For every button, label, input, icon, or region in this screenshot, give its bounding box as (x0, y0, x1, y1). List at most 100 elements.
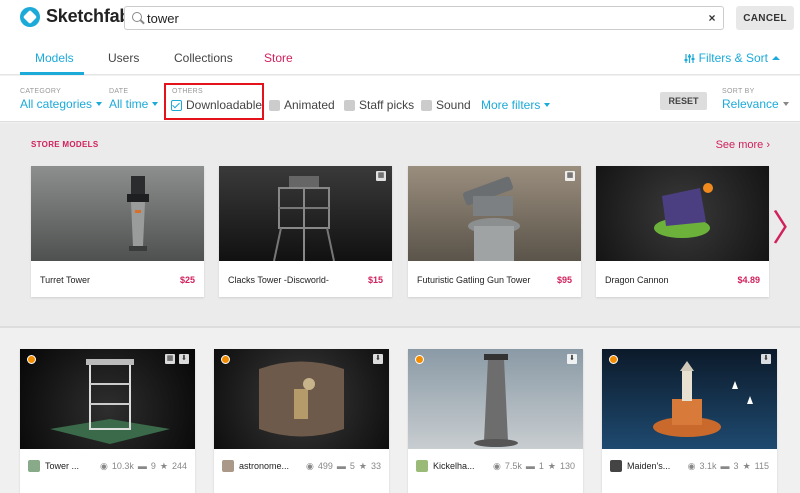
staff-pick-icon (609, 355, 618, 364)
model-thumbnail[interactable]: ⬇ (602, 349, 777, 449)
comments-icon: ▬ (137, 460, 147, 471)
clear-search-icon[interactable]: × (701, 11, 723, 25)
store-item-name: Futuristic Gatling Gun Tower (417, 275, 531, 285)
star-icon: ★ (159, 460, 168, 471)
comments-icon: ▬ (720, 460, 730, 471)
avatar[interactable] (610, 460, 622, 472)
tab-collections[interactable]: Collections (174, 51, 233, 65)
brand-name: Sketchfab (46, 6, 131, 26)
chevron-up-icon (772, 56, 780, 60)
star-icon: ★ (742, 460, 751, 471)
view-count: 10.3k (111, 460, 134, 471)
filters-sort-label: Filters & Sort (698, 51, 768, 65)
model-stats: ◉ 10.3k ▬ 9 ★ 244 (100, 461, 195, 472)
model-card[interactable]: ▦ ⬇ Tower ... ◉ 10.3k ▬ 9 ★ 244 (20, 349, 195, 493)
reset-button[interactable]: RESET (660, 92, 707, 110)
view-count: 499 (317, 460, 333, 471)
store-thumbnail[interactable] (596, 166, 769, 261)
staff-picks-checkbox[interactable]: Staff picks (344, 98, 414, 112)
comments-icon: ▬ (336, 460, 346, 471)
download-icon[interactable]: ⬇ (373, 354, 383, 364)
date-filter[interactable]: DATE All time (109, 88, 159, 111)
caret-down-icon (152, 102, 159, 106)
like-count: 115 (754, 460, 769, 471)
store-section: STORE MODELS See more › Turret Tower $25… (0, 123, 800, 326)
model-card[interactable]: ⬇ Kickelha... ◉ 7.5k ▬ 1 ★ 130 (408, 349, 583, 493)
clacks-tower-image (273, 176, 335, 261)
kickelhahn-tower-image (474, 354, 518, 447)
avatar[interactable] (28, 460, 40, 472)
animated-icon: ▦ (376, 171, 386, 181)
caret-down-icon (96, 102, 103, 106)
see-more-link[interactable]: See more › (716, 139, 770, 151)
model-card[interactable]: ⬇ Maiden's... ◉ 3.1k ▬ 3 ★ 115 (602, 349, 777, 493)
caret-down-icon (544, 103, 551, 107)
sort-label: SORT BY (722, 88, 755, 95)
section-divider (0, 326, 800, 328)
store-thumbnail[interactable]: ▦ (408, 166, 581, 261)
tower-model-image (50, 359, 170, 444)
comment-count: 5 (349, 460, 355, 471)
model-name[interactable]: Kickelha... (433, 461, 475, 471)
model-name[interactable]: Tower ... (45, 461, 79, 471)
views-icon: ◉ (687, 460, 696, 471)
sliders-icon (684, 53, 695, 63)
like-count: 130 (559, 460, 575, 471)
next-arrow-icon[interactable]: 〉 (772, 210, 800, 246)
comment-count: 1 (538, 460, 544, 471)
star-icon: ★ (547, 460, 556, 471)
store-item-price: $4.89 (737, 275, 760, 285)
avatar[interactable] (222, 460, 234, 472)
gatling-gun-tower-image (462, 176, 520, 261)
tab-store[interactable]: Store (264, 51, 293, 65)
category-filter[interactable]: CATEGORY All categories (20, 88, 103, 111)
download-icon[interactable]: ⬇ (567, 354, 577, 364)
staff-pick-icon (221, 355, 230, 364)
tab-users[interactable]: Users (108, 51, 139, 65)
model-thumbnail[interactable]: ▦ ⬇ (20, 349, 195, 449)
store-thumbnail[interactable]: ▦ (219, 166, 392, 261)
search-icon (125, 7, 147, 29)
download-icon[interactable]: ⬇ (179, 354, 189, 364)
model-name[interactable]: astronome... (239, 461, 289, 471)
avatar[interactable] (416, 460, 428, 472)
search-input[interactable] (147, 8, 701, 28)
sketchfab-logo[interactable]: Sketchfab (20, 6, 130, 27)
store-card[interactable]: Dragon Cannon $4.89 (596, 166, 769, 297)
store-card[interactable]: Turret Tower $25 (31, 166, 204, 297)
store-item-price: $95 (556, 275, 572, 285)
model-thumbnail[interactable]: ⬇ (408, 349, 583, 449)
store-card[interactable]: ▦ Futuristic Gatling Gun Tower $95 (408, 166, 581, 297)
more-filters-dropdown[interactable]: More filters (481, 98, 551, 112)
store-card[interactable]: ▦ Clacks Tower -Discworld- $15 (219, 166, 392, 297)
more-filters-label: More filters (481, 98, 541, 112)
model-thumbnail[interactable]: ⬇ (214, 349, 389, 449)
category-filter-value: All categories (20, 97, 93, 111)
star-icon: ★ (358, 460, 367, 471)
filters-sort-toggle[interactable]: Filters & Sort (684, 51, 780, 65)
download-icon[interactable]: ⬇ (761, 354, 771, 364)
top-header: Sketchfab × CANCEL (0, 0, 800, 37)
store-item-name: Clacks Tower -Discworld- (228, 275, 329, 285)
store-section-title: STORE MODELS (31, 140, 99, 149)
store-item-price: $15 (367, 275, 383, 285)
sort-dropdown[interactable]: SORT BY Relevance (722, 88, 789, 111)
staff-pick-icon (27, 355, 36, 364)
cancel-button[interactable]: CANCEL (736, 6, 794, 30)
search-box[interactable]: × (124, 6, 724, 30)
sort-value: Relevance (722, 97, 779, 111)
model-card[interactable]: ⬇ astronome... ◉ 499 ▬ 5 ★ 33 (214, 349, 389, 493)
highlight-box (164, 83, 264, 120)
animated-label: Animated (284, 98, 335, 112)
date-filter-label: DATE (109, 88, 129, 95)
tab-models[interactable]: Models (35, 51, 74, 65)
checkbox-icon (344, 99, 355, 111)
view-count: 3.1k (699, 460, 717, 471)
active-tab-indicator (20, 72, 84, 75)
staff-pick-icon (415, 355, 424, 364)
astronomer-model-image (259, 361, 344, 437)
sound-checkbox[interactable]: Sound (421, 98, 471, 112)
model-name[interactable]: Maiden's... (627, 461, 670, 471)
animated-checkbox[interactable]: Animated (269, 98, 335, 112)
store-thumbnail[interactable] (31, 166, 204, 261)
